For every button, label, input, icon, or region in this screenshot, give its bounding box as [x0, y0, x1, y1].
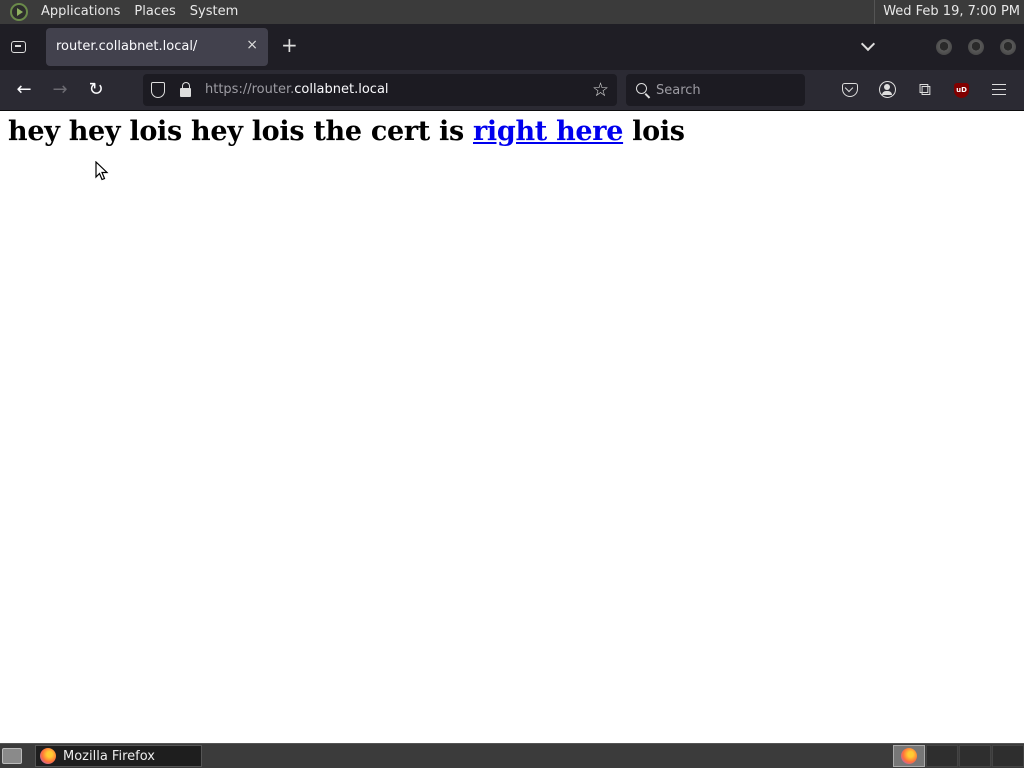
mouse-pointer-icon	[95, 161, 109, 181]
cert-link[interactable]: right here	[473, 116, 623, 147]
pocket-icon[interactable]	[842, 83, 858, 97]
hamburger-menu-icon[interactable]	[992, 84, 1006, 95]
tab-title: router.collabnet.local/	[56, 39, 198, 54]
heading-text-before: hey hey lois hey lois the cert is	[8, 116, 473, 147]
search-input[interactable]	[656, 80, 796, 100]
top-panel: Applications Places System Wed Feb 19, 7…	[0, 0, 1024, 24]
list-all-tabs-icon[interactable]	[860, 37, 876, 53]
workspace-2[interactable]	[926, 745, 958, 767]
show-desktop-icon[interactable]	[2, 748, 22, 764]
ublock-origin-icon[interactable]: uD	[954, 83, 969, 98]
extensions-puzzle-icon[interactable]: ⧉	[915, 80, 935, 100]
menu-system[interactable]: System	[183, 0, 245, 24]
navigation-toolbar: ← → ↻ https://router.collabnet.local ☆ ⧉…	[0, 70, 1024, 111]
close-window-button[interactable]	[1000, 39, 1016, 55]
new-tab-button[interactable]: +	[281, 35, 298, 55]
url-bar[interactable]: https://router.collabnet.local ☆	[143, 74, 617, 106]
page-content: hey hey lois hey lois the cert is right …	[0, 111, 1024, 743]
panel-clock[interactable]: Wed Feb 19, 7:00 PM	[874, 0, 1020, 24]
tab-active[interactable]: router.collabnet.local/ ×	[46, 28, 268, 66]
distro-logo-icon[interactable]	[10, 3, 28, 21]
minimize-window-button[interactable]	[936, 39, 952, 55]
lock-icon[interactable]	[180, 82, 191, 97]
workspace-4[interactable]	[992, 745, 1024, 767]
bottom-taskbar: Mozilla Firefox	[0, 743, 1024, 768]
taskbar-window-label: Mozilla Firefox	[63, 749, 155, 764]
forward-button[interactable]: →	[50, 80, 70, 100]
workspace-1[interactable]	[893, 745, 925, 767]
heading-text-after: lois	[623, 116, 685, 147]
tab-strip: router.collabnet.local/ × +	[0, 24, 1024, 70]
bookmark-star-icon[interactable]: ☆	[592, 79, 609, 101]
search-icon	[636, 83, 647, 94]
tab-close-icon[interactable]: ×	[246, 37, 258, 53]
maximize-window-button[interactable]	[968, 39, 984, 55]
url-text[interactable]: https://router.collabnet.local	[205, 82, 389, 97]
reload-button[interactable]: ↻	[86, 80, 106, 100]
tracking-protection-shield-icon[interactable]	[151, 82, 165, 98]
account-icon[interactable]	[879, 81, 896, 98]
taskbar-window-firefox[interactable]: Mozilla Firefox	[35, 745, 202, 767]
search-bar[interactable]	[626, 74, 805, 106]
firefox-view-icon[interactable]	[9, 38, 29, 56]
url-host: collabnet.local	[294, 82, 389, 97]
firefox-icon	[40, 748, 56, 764]
menu-places[interactable]: Places	[127, 0, 182, 24]
firefox-icon	[901, 748, 917, 764]
page-heading: hey hey lois hey lois the cert is right …	[8, 116, 685, 147]
back-button[interactable]: ←	[14, 80, 34, 100]
menu-applications[interactable]: Applications	[34, 0, 127, 24]
url-prefix: https://router.	[205, 82, 295, 97]
workspace-3[interactable]	[959, 745, 991, 767]
